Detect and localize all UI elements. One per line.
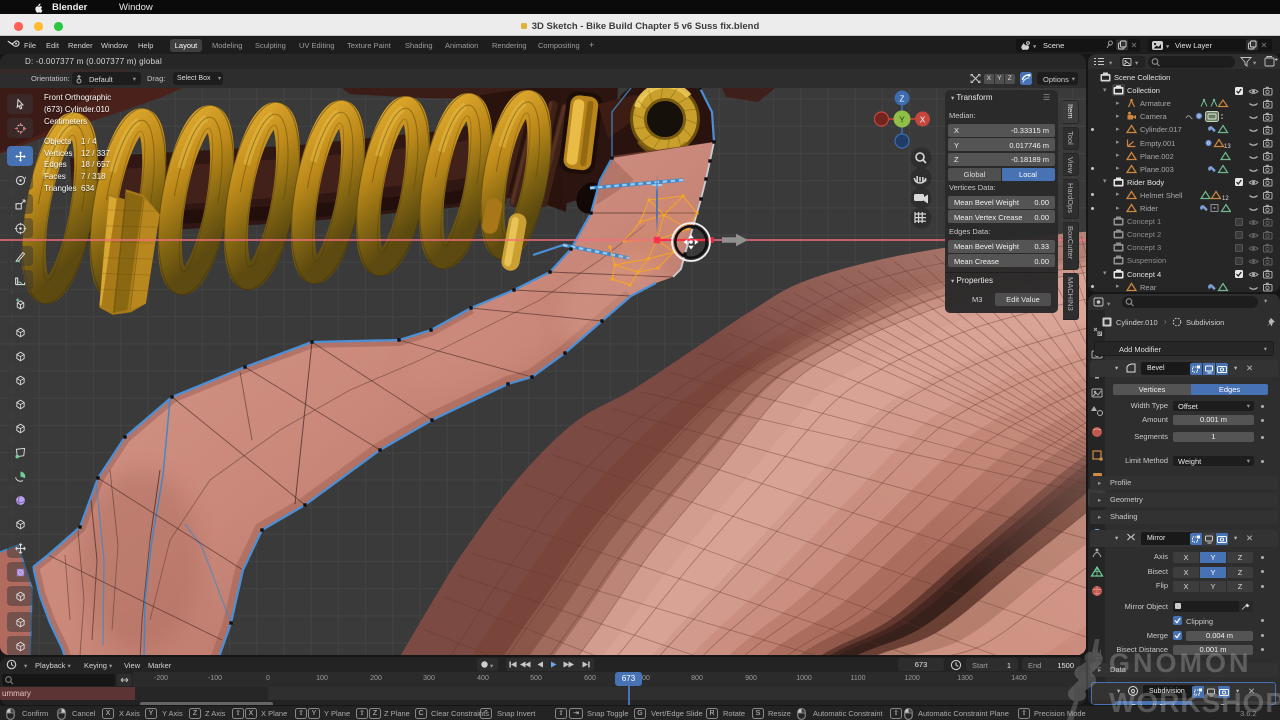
svg-text:Y: Y [899, 116, 905, 125]
svg-text:▾: ▾ [1033, 43, 1037, 50]
svg-text:WORKSHOP: WORKSHOP [1109, 687, 1280, 718]
svg-text:X: X [920, 116, 926, 125]
svg-text:Z: Z [900, 95, 905, 104]
svg-text:GNOMON: GNOMON [1109, 648, 1252, 678]
svg-text:▾: ▾ [1166, 44, 1170, 51]
svg-text:▾: ▾ [24, 663, 28, 670]
svg-text:▾: ▾ [1109, 60, 1113, 67]
svg-text:▾: ▾ [1253, 60, 1257, 67]
svg-text:▾: ▾ [490, 663, 494, 670]
svg-text:13: 13 [1224, 144, 1231, 149]
svg-text:THE: THE [1092, 649, 1104, 671]
svg-text:12: 12 [1222, 196, 1229, 201]
svg-text:▾: ▾ [1135, 60, 1139, 67]
svg-text:▾: ▾ [1107, 301, 1111, 308]
